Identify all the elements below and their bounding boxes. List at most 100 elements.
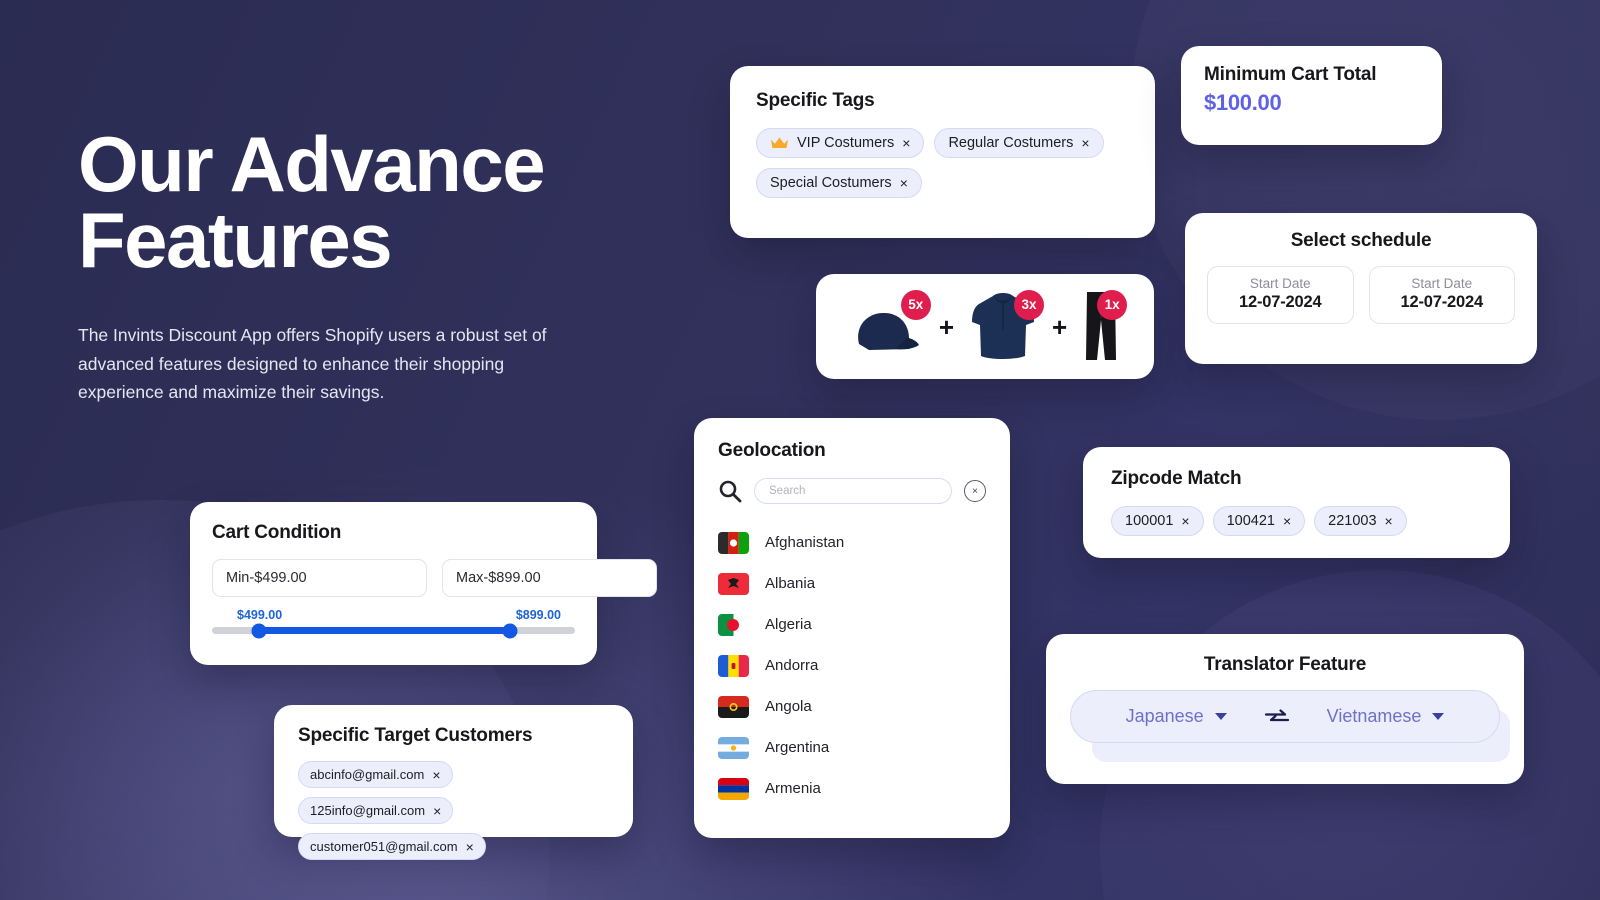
specific-target-customers-title: Specific Target Customers	[298, 725, 533, 746]
customer-email-remove-icon[interactable]: ×	[432, 768, 440, 782]
flag-icon-andorra	[718, 654, 749, 677]
translator-feature-card: Translator Feature Japanese Vietnamese	[1046, 634, 1524, 784]
schedule-start-date-value: 12-07-2024	[1239, 293, 1322, 311]
cart-max-input[interactable]	[442, 559, 657, 597]
country-list-item[interactable]: Andorra	[718, 645, 986, 686]
search-icon[interactable]	[718, 479, 742, 503]
select-schedule-title: Select schedule	[1290, 230, 1432, 251]
tag-pill-vip-remove-icon[interactable]: ×	[902, 136, 910, 150]
tag-pill-special-label: Special Costumers	[770, 175, 892, 191]
customer-email-remove-icon[interactable]: ×	[433, 804, 441, 818]
country-list-item[interactable]: Argentina	[718, 727, 986, 768]
zipcode-pill-label: 221003	[1328, 513, 1377, 529]
source-language-label: Japanese	[1125, 706, 1204, 726]
minimum-cart-total-amount: $100.00	[1204, 90, 1282, 115]
target-language-label: Vietnamese	[1326, 706, 1422, 726]
customer-email-remove-icon[interactable]: ×	[466, 840, 474, 854]
hero-description: The Invints Discount App offers Shopify …	[78, 324, 547, 403]
zipcode-pill-list: 100001 × 100421 × 221003 ×	[1111, 506, 1482, 536]
bundle-separator-2: +	[1052, 311, 1068, 342]
translator-language-bar: Japanese Vietnamese	[1070, 690, 1500, 743]
zipcode-pill[interactable]: 100001 ×	[1111, 506, 1204, 536]
cart-slider-labels: $499.00 $899.00	[237, 608, 561, 622]
tag-pill-special-remove-icon[interactable]: ×	[900, 176, 908, 190]
select-schedule-card: Select schedule Start Date 12-07-2024 St…	[1185, 213, 1537, 364]
specific-tags-pill-list: VIP Costumers × Regular Costumers × Spec…	[756, 128, 1129, 198]
country-list-item[interactable]: Angola	[718, 686, 986, 727]
bundle-qty-badge-hoodie: 3x	[1014, 289, 1044, 320]
target-customer-pill-list: abcinfo@gmail.com × 125info@gmail.com × …	[298, 761, 609, 860]
customer-email-label: customer051@gmail.com	[310, 839, 458, 854]
tag-pill-special[interactable]: Special Costumers ×	[756, 168, 922, 198]
specific-tags-title: Specific Tags	[756, 90, 875, 111]
country-list-item[interactable]: Afghanistan	[718, 522, 986, 563]
translator-feature-title: Translator Feature	[1203, 654, 1367, 675]
minimum-cart-total-card: Minimum Cart Total $100.00	[1181, 46, 1442, 145]
cart-min-input[interactable]	[212, 559, 427, 597]
customer-email-pill[interactable]: 125info@gmail.com ×	[298, 797, 454, 824]
specific-tags-card: Specific Tags VIP Costumers × Regular Co…	[730, 66, 1155, 238]
country-list-item[interactable]: Albania	[718, 563, 986, 604]
cart-condition-minmax-row	[212, 559, 657, 597]
schedule-end-date-value: 12-07-2024	[1400, 293, 1484, 311]
tag-pill-regular[interactable]: Regular Costumers ×	[934, 128, 1104, 158]
geolocation-card: Geolocation × Afghanistan Albania	[694, 418, 1010, 838]
zipcode-pill-remove-icon[interactable]: ×	[1385, 514, 1393, 528]
customer-email-pill[interactable]: customer051@gmail.com ×	[298, 833, 486, 860]
zipcode-pill-remove-icon[interactable]: ×	[1283, 514, 1291, 528]
schedule-end-date-field[interactable]: Start Date 12-07-2024	[1368, 266, 1515, 324]
country-name: Armenia	[765, 780, 821, 797]
schedule-start-date-field[interactable]: Start Date 12-07-2024	[1207, 266, 1354, 324]
zipcode-pill[interactable]: 221003 ×	[1314, 506, 1407, 536]
bundle-qty-badge-cap: 5x	[900, 289, 931, 320]
swap-arrows-icon[interactable]	[1263, 707, 1291, 727]
tag-pill-vip[interactable]: VIP Costumers ×	[756, 128, 925, 158]
chevron-down-icon	[1214, 713, 1227, 720]
page-background: Our Advance Features The Invints Discoun…	[0, 0, 1600, 900]
bundle-separator-1: +	[938, 311, 954, 342]
customer-email-pill[interactable]: abcinfo@gmail.com ×	[298, 761, 453, 788]
schedule-date-row: Start Date 12-07-2024 Start Date 12-07-2…	[1207, 266, 1515, 324]
country-list-item[interactable]: Algeria	[718, 604, 986, 645]
chevron-down-icon	[1432, 713, 1445, 720]
page-title-line-2: Features	[78, 196, 393, 285]
bundle-qty-badge-pants: 1x	[1097, 289, 1128, 320]
flag-icon-albania	[718, 572, 749, 595]
country-name: Argentina	[765, 739, 830, 756]
hero-section: Our Advance Features The Invints Discoun…	[78, 125, 638, 407]
source-language-dropdown[interactable]: Japanese	[1126, 706, 1227, 727]
flag-icon-argentina	[718, 736, 749, 759]
geolocation-search-input[interactable]	[754, 478, 952, 504]
cart-condition-title: Cart Condition	[212, 522, 342, 543]
bundle-item-pants: 1x	[1083, 289, 1128, 362]
country-list-item[interactable]: Armenia	[718, 768, 986, 809]
cart-range-slider[interactable]	[212, 623, 575, 638]
tag-pill-regular-remove-icon[interactable]: ×	[1081, 136, 1089, 150]
tag-pill-regular-label: Regular Costumers	[948, 135, 1074, 151]
country-list: Afghanistan Albania Algeria Andorra Ango…	[718, 522, 986, 809]
customer-email-label: 125info@gmail.com	[310, 803, 426, 818]
flag-icon-afghanistan	[718, 531, 749, 554]
geolocation-search-row: ×	[718, 478, 986, 504]
flag-icon-armenia	[718, 777, 749, 800]
page-title: Our Advance Features	[78, 125, 638, 279]
schedule-end-date-label: Start Date	[1411, 276, 1473, 291]
country-name: Albania	[765, 575, 816, 592]
cart-slider-max-handle[interactable]	[502, 623, 518, 638]
geolocation-title: Geolocation	[718, 440, 826, 461]
clear-search-icon[interactable]: ×	[964, 480, 986, 502]
tag-pill-vip-label: VIP Costumers	[797, 135, 895, 151]
flag-icon-algeria	[718, 613, 749, 636]
target-language-dropdown[interactable]: Vietnamese	[1327, 706, 1445, 727]
country-name: Andorra	[765, 657, 819, 674]
bundle-item-cap: 5x	[851, 289, 931, 362]
zipcode-pill[interactable]: 100421 ×	[1212, 506, 1306, 536]
page-title-line-1: Our Advance	[78, 120, 546, 208]
zipcode-pill-remove-icon[interactable]: ×	[1181, 514, 1189, 528]
cart-slider-min-handle[interactable]	[251, 623, 267, 638]
country-name: Algeria	[765, 616, 812, 633]
country-name: Afghanistan	[765, 534, 845, 551]
zipcode-pill-label: 100421	[1226, 513, 1275, 529]
schedule-start-date-label: Start Date	[1249, 276, 1311, 291]
cart-slider-fill	[259, 627, 510, 634]
